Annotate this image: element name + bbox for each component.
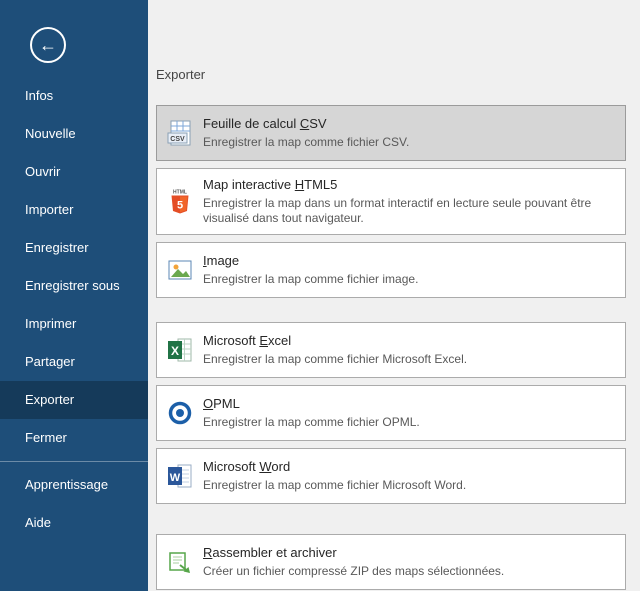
export-option-title: Image	[203, 253, 613, 268]
export-option-opml[interactable]: OPML Enregistrer la map comme fichier OP…	[156, 385, 626, 441]
sidebar-divider	[0, 461, 148, 462]
export-option-description: Enregistrer la map comme fichier OPML.	[203, 415, 613, 430]
svg-text:W: W	[170, 472, 181, 484]
sidebar-item-enregistrer-sous[interactable]: Enregistrer sous	[0, 267, 148, 305]
sidebar-item-apprentissage[interactable]: Apprentissage	[0, 466, 148, 504]
export-option-title: Microsoft Word	[203, 459, 613, 474]
export-panel: Exporter CSV Feuille de calcul CSV Enreg…	[148, 0, 640, 591]
csv-icon: CSV	[166, 119, 194, 147]
export-option-html5[interactable]: HTML 5 Map interactive HTML5 Enregistrer…	[156, 168, 626, 235]
sidebar-item-fermer[interactable]: Fermer	[0, 419, 148, 457]
export-option-image[interactable]: Image Enregistrer la map comme fichier i…	[156, 242, 626, 298]
svg-text:5: 5	[177, 199, 183, 211]
page-title: Exporter	[156, 67, 640, 82]
back-button[interactable]: ←	[30, 27, 66, 63]
backstage-view: ← Infos Nouvelle Ouvrir Importer Enregis…	[0, 0, 640, 591]
export-group-2: X Microsoft Excel Enregistrer la map com…	[156, 322, 626, 504]
export-group-3: Rassembler et archiver Créer un fichier …	[156, 534, 626, 590]
sidebar-item-exporter[interactable]: Exporter	[0, 381, 148, 419]
word-icon: W	[166, 462, 194, 490]
export-option-title: Rassembler et archiver	[203, 545, 613, 560]
export-option-title: OPML	[203, 396, 613, 411]
excel-icon: X	[166, 336, 194, 364]
svg-text:CSV: CSV	[170, 136, 185, 143]
export-group-1: CSV Feuille de calcul CSV Enregistrer la…	[156, 105, 626, 298]
html5-icon: HTML 5	[166, 188, 194, 216]
export-option-archive[interactable]: Rassembler et archiver Créer un fichier …	[156, 534, 626, 590]
back-arrow-icon: ←	[39, 35, 57, 56]
sidebar-item-nouvelle[interactable]: Nouvelle	[0, 115, 148, 153]
export-option-title: Map interactive HTML5	[203, 177, 613, 192]
export-option-description: Enregistrer la map dans un format intera…	[203, 196, 613, 226]
export-option-description: Enregistrer la map comme fichier Microso…	[203, 352, 613, 367]
sidebar-item-partager[interactable]: Partager	[0, 343, 148, 381]
export-option-word[interactable]: W Microsoft Word Enregistrer la map comm…	[156, 448, 626, 504]
sidebar-item-imprimer[interactable]: Imprimer	[0, 305, 148, 343]
image-icon	[166, 256, 194, 284]
export-options-list: CSV Feuille de calcul CSV Enregistrer la…	[156, 105, 626, 590]
sidebar-item-infos[interactable]: Infos	[0, 77, 148, 115]
export-option-description: Enregistrer la map comme fichier CSV.	[203, 135, 613, 150]
export-option-csv[interactable]: CSV Feuille de calcul CSV Enregistrer la…	[156, 105, 626, 161]
export-option-excel[interactable]: X Microsoft Excel Enregistrer la map com…	[156, 322, 626, 378]
svg-text:X: X	[171, 344, 179, 358]
export-option-description: Enregistrer la map comme fichier Microso…	[203, 478, 613, 493]
export-option-description: Créer un fichier compressé ZIP des maps …	[203, 564, 613, 579]
sidebar-item-enregistrer[interactable]: Enregistrer	[0, 229, 148, 267]
export-option-title: Microsoft Excel	[203, 333, 613, 348]
sidebar-item-aide[interactable]: Aide	[0, 504, 148, 542]
export-option-title: Feuille de calcul CSV	[203, 116, 613, 131]
svg-text:HTML: HTML	[173, 189, 187, 195]
archive-icon	[166, 548, 194, 576]
sidebar-item-importer[interactable]: Importer	[0, 191, 148, 229]
sidebar-nav: Infos Nouvelle Ouvrir Importer Enregistr…	[0, 77, 148, 542]
export-option-description: Enregistrer la map comme fichier image.	[203, 272, 613, 287]
sidebar: ← Infos Nouvelle Ouvrir Importer Enregis…	[0, 0, 148, 591]
sidebar-item-ouvrir[interactable]: Ouvrir	[0, 153, 148, 191]
opml-icon	[166, 399, 194, 427]
